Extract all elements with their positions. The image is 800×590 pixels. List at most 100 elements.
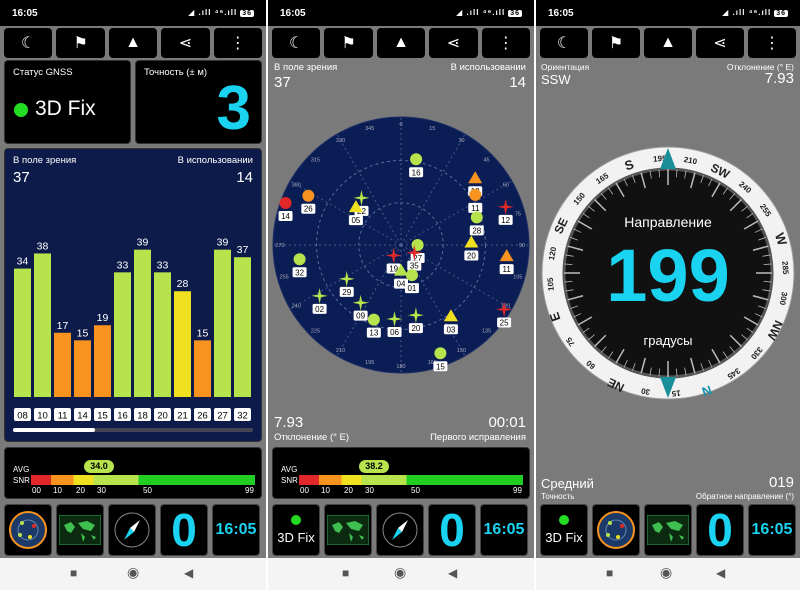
fix-status-text: 3D Fix: [35, 97, 96, 120]
back-icon[interactable]: ◀: [448, 566, 457, 580]
moon-icon[interactable]: ☾: [272, 28, 321, 58]
avg-label: AVG: [281, 465, 298, 474]
avg-snr-marker: 38.2: [359, 460, 389, 473]
status-icons: ◢ .ıll ⁴⁶.ıll 36: [722, 8, 788, 17]
snr-bar: [54, 332, 71, 397]
back-icon[interactable]: ◀: [716, 566, 725, 580]
dock-map-button[interactable]: [56, 504, 104, 556]
person-flag-icon[interactable]: ⚑: [592, 28, 640, 58]
home-icon[interactable]: ◉: [394, 564, 406, 581]
satellite-marker[interactable]: [367, 313, 380, 326]
radar-tick-label: 30: [458, 138, 464, 144]
dock-compass-button[interactable]: [108, 504, 156, 556]
screen-compass: 16:05 ◢ .ıll ⁴⁶.ıll 36 ☾ ⚑ ▲ ⋖ ⋮ Ориентац…: [536, 0, 800, 590]
more-vertical-icon[interactable]: ⋮: [748, 28, 796, 58]
compass-dial[interactable]: N1530NE6075E105120SE150165S 195 210 SW24025…: [536, 145, 800, 405]
satellite-id-label: 05: [351, 216, 360, 225]
screen-gnss-status: 16:05 ◢ .ıll ⁴⁶.ıll 36 ☾ ⚑ ▲ ⋖ ⋮ Статус G…: [0, 0, 266, 590]
nav-bar: ■ ◉ ◀: [536, 558, 800, 590]
tick: 20: [76, 486, 85, 495]
satellite-id-label: 01: [407, 284, 416, 293]
compass-dial-label: 285: [780, 261, 790, 275]
satellite-marker[interactable]: [410, 153, 423, 166]
moon-icon[interactable]: ☾: [540, 28, 588, 58]
satellite-marker[interactable]: [470, 211, 483, 224]
dock-clock[interactable]: 16:05: [212, 504, 260, 556]
snr-bar-label: 33: [117, 259, 129, 271]
person-flag-icon[interactable]: ⚑: [324, 28, 373, 58]
satellite-id-label: 14: [77, 411, 88, 422]
snr-scale-bar: [31, 475, 255, 485]
sky-radar[interactable]: 2402552702853003153303450153045607590105…: [268, 100, 534, 390]
status-time: 16:05: [548, 8, 574, 19]
radar-tick-label: 195: [365, 360, 374, 366]
share-icon[interactable]: ⋖: [161, 28, 210, 58]
avg-label: AVG: [13, 465, 30, 474]
recent-apps-icon[interactable]: ■: [606, 566, 613, 580]
dock-satellite-count[interactable]: 0: [696, 504, 744, 556]
chart-scrollbar[interactable]: [13, 428, 253, 432]
avg-snr-marker: 34.0: [84, 460, 114, 473]
recent-apps-icon[interactable]: ■: [70, 566, 77, 580]
dock-radar-button[interactable]: [4, 504, 52, 556]
snr-scale-ticks: 00 10 20 30 50 99: [273, 486, 531, 498]
deviation-label: Отклонение (° E): [274, 432, 350, 443]
dock-map-button[interactable]: [324, 504, 372, 556]
satellite-id-label: 32: [295, 268, 304, 277]
dock-radar-button[interactable]: [592, 504, 640, 556]
home-icon[interactable]: ◉: [660, 564, 672, 581]
world-map-icon: [59, 515, 101, 545]
back-icon[interactable]: ◀: [184, 566, 193, 580]
chart-scrollbar-thumb[interactable]: [13, 428, 95, 432]
status-bar: 16:05 ◢ .ıll ⁴⁶.ıll 36: [268, 0, 534, 26]
tick: 00: [300, 486, 309, 495]
moon-icon[interactable]: ☾: [4, 28, 53, 58]
satellite-marker[interactable]: [302, 189, 315, 202]
recent-apps-icon[interactable]: ■: [342, 566, 349, 580]
radar-tick-label: 75: [515, 212, 521, 218]
dock-fix-text: 3D Fix: [545, 530, 583, 545]
degrees-label: градусы: [644, 333, 693, 348]
person-flag-icon[interactable]: ⚑: [56, 28, 105, 58]
dock-compass-button[interactable]: [376, 504, 424, 556]
dock-fix-status-button[interactable]: 3D Fix: [540, 504, 588, 556]
satellite-marker[interactable]: [293, 253, 306, 266]
orientation-label: Ориентация: [541, 62, 590, 72]
snr-bar-label: 19: [97, 312, 109, 324]
dock-satellite-count[interactable]: 0: [160, 504, 208, 556]
accuracy-panel[interactable]: Точность (± м) 3: [135, 60, 262, 144]
more-vertical-icon[interactable]: ⋮: [481, 28, 531, 58]
dock-clock[interactable]: 16:05: [480, 504, 528, 556]
tick: 00: [32, 486, 41, 495]
satellite-marker[interactable]: [469, 188, 482, 201]
satellite-marker[interactable]: [279, 196, 292, 209]
radar-tick-label: 225: [311, 329, 320, 335]
snr-label: SNR: [13, 476, 30, 485]
share-icon[interactable]: ⋖: [429, 28, 478, 58]
avg-snr-panel: AVG SNR 38.2 00 10 20 30 50 99: [272, 447, 530, 499]
navigation-arrow-icon[interactable]: ▲: [108, 28, 158, 58]
accuracy-value: Средний: [541, 476, 594, 491]
dock-fix-status-button[interactable]: 3D Fix: [272, 504, 320, 556]
share-icon[interactable]: ⋖: [696, 28, 744, 58]
more-vertical-icon[interactable]: ⋮: [213, 28, 263, 58]
toolbar: ☾ ⚑ ▲ ⋖ ⋮: [540, 28, 796, 58]
gnss-status-panel[interactable]: Статус GNSS 3D Fix: [4, 60, 131, 144]
satellite-id-label: 03: [446, 325, 455, 334]
dock-satellite-count[interactable]: 0: [428, 504, 476, 556]
navigation-arrow-icon[interactable]: ▲: [376, 28, 426, 58]
snr-bar-label: 17: [57, 320, 69, 332]
satellite-id-label: 12: [501, 216, 510, 225]
snr-bar-label: 15: [197, 327, 209, 339]
dock-clock[interactable]: 16:05: [748, 504, 796, 556]
navigation-arrow-icon[interactable]: ▲: [644, 28, 692, 58]
radar-tick-label: 255: [280, 274, 289, 280]
satellite-marker[interactable]: [405, 269, 418, 282]
snr-bar: [154, 272, 171, 397]
snr-chart-panel[interactable]: В поле зрения 37 В использовании 14 34 08…: [4, 148, 262, 442]
deviation-value: 7.93: [764, 70, 794, 87]
dock-map-button[interactable]: [644, 504, 692, 556]
home-icon[interactable]: ◉: [127, 564, 139, 581]
world-map-icon: [647, 515, 689, 545]
satellite-marker[interactable]: [434, 347, 447, 360]
